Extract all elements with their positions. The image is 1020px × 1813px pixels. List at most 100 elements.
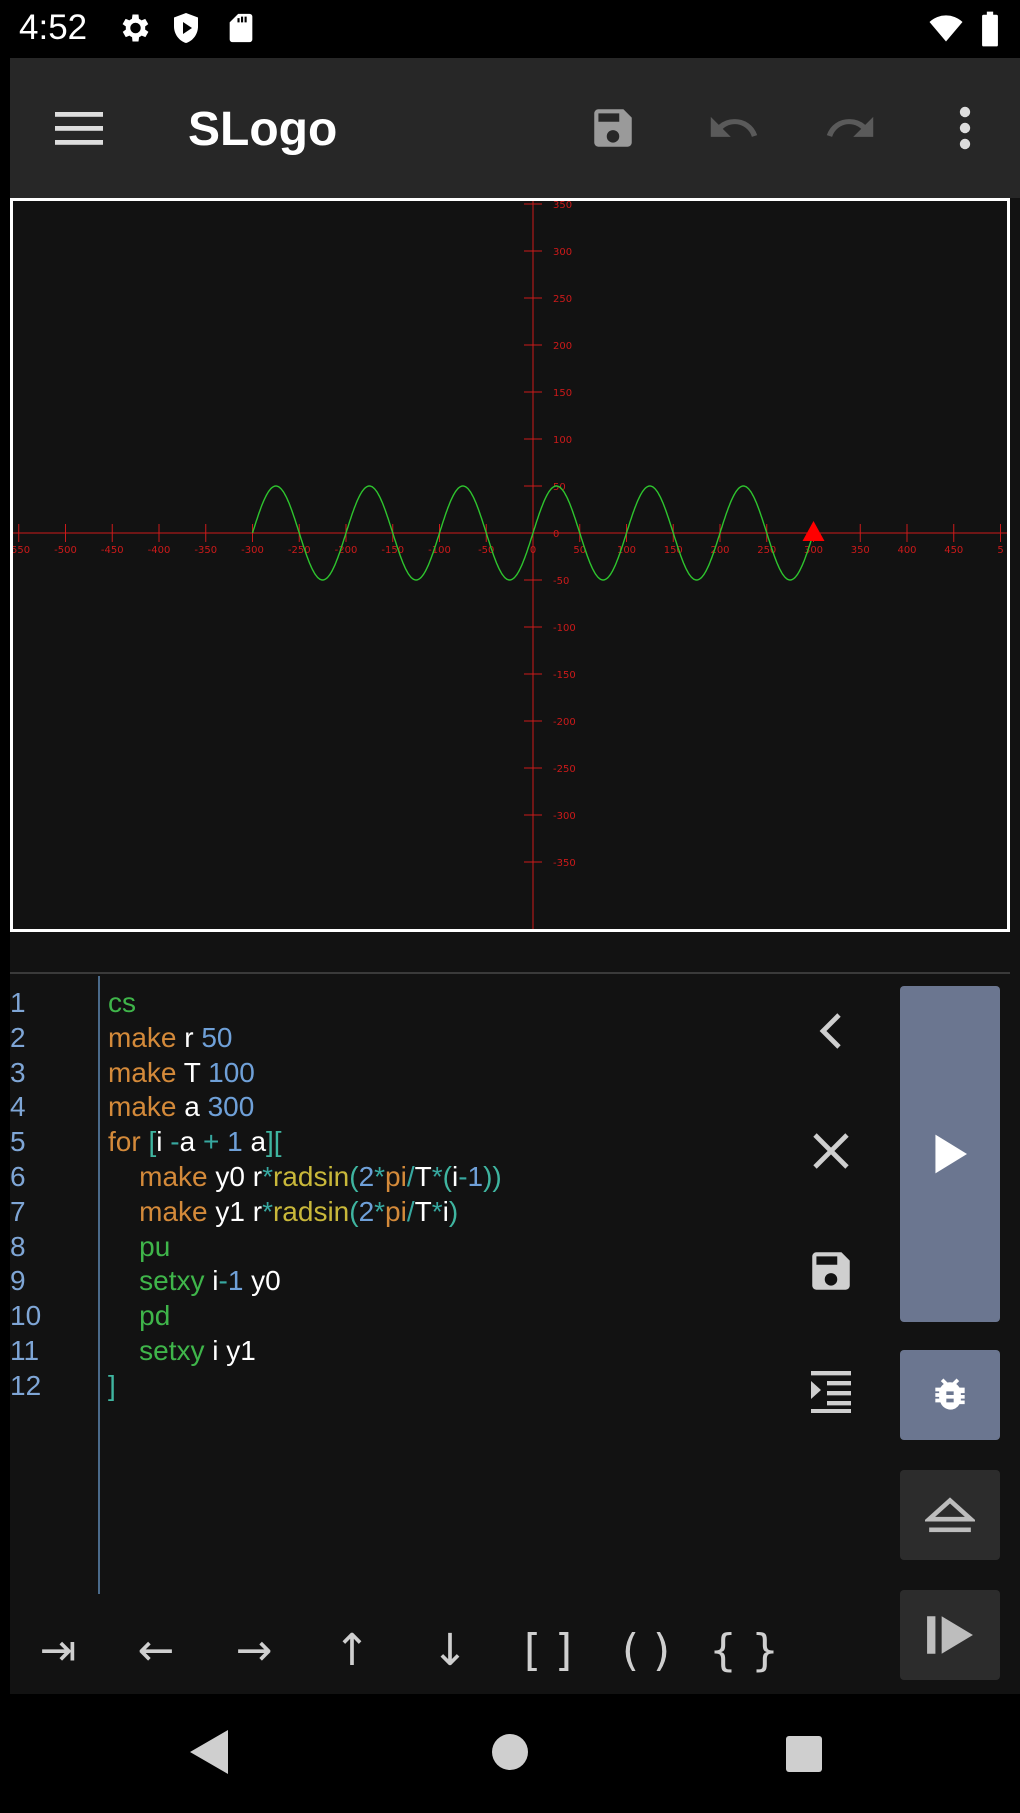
shield-play-icon (168, 10, 204, 51)
undo-icon[interactable] (698, 93, 768, 163)
code-token: r (176, 1021, 202, 1053)
y-tick-label: -200 (553, 717, 576, 728)
code-token: setxy (139, 1265, 205, 1297)
gutter-line (98, 976, 100, 1594)
code-editor[interactable]: 1 2 3 4 5 6 7 8 9 10 11 12 cs make r 50 make T 100 mak… (10, 976, 790, 1594)
tab-key[interactable]: ⇥ (18, 1620, 98, 1680)
clear-icon[interactable] (796, 1116, 866, 1186)
gear-icon (116, 10, 152, 51)
code-token: / (406, 1161, 415, 1192)
x-tick-label: -250 (288, 545, 311, 556)
x-tick-label: -550 (13, 545, 30, 556)
line-number: 11 (10, 1335, 40, 1366)
step-button[interactable] (900, 1590, 1000, 1680)
x-tick-label: 0 (530, 545, 536, 556)
code-token: T (414, 1161, 432, 1192)
code-token: for (108, 1126, 149, 1158)
right-arrow-key[interactable]: → (214, 1620, 294, 1680)
line-number: 9 (10, 1265, 26, 1297)
collapse-icon[interactable] (796, 996, 866, 1066)
left-arrow-key[interactable]: ← (116, 1620, 196, 1680)
x-tick-label: 5 (997, 545, 1003, 556)
up-arrow-key[interactable]: ↑ (312, 1620, 392, 1680)
play-icon (935, 1134, 967, 1174)
x-tick-label: 350 (851, 545, 870, 556)
code-token: ) (448, 1195, 459, 1227)
code-token: 1 (227, 1265, 244, 1297)
run-button[interactable] (900, 986, 1000, 1322)
curly-braces-key[interactable]: { } (704, 1620, 784, 1680)
down-arrow-key[interactable]: ↓ (410, 1620, 490, 1680)
app-title: SLogo (188, 103, 338, 156)
eject-icon (925, 1497, 975, 1533)
code-token: 100 (208, 1056, 255, 1088)
code-line: setxy i y1 (108, 1334, 256, 1368)
indent-icon[interactable] (796, 1356, 866, 1426)
line-number: 8 (10, 1230, 26, 1262)
x-tick-label: -450 (101, 545, 124, 556)
code-token: y1 r (207, 1195, 263, 1227)
square-brackets-key[interactable]: [ ] (508, 1620, 588, 1680)
y-tick-label: -100 (553, 623, 576, 634)
code-token: 1 (227, 1126, 251, 1158)
code-token: a (179, 1126, 203, 1158)
code-token: ( (349, 1195, 359, 1227)
code-token: 300 (207, 1091, 255, 1123)
x-tick-label: 400 (897, 545, 916, 556)
save-icon[interactable] (578, 93, 648, 163)
debug-button[interactable] (900, 1350, 1000, 1440)
menu-icon[interactable] (44, 93, 114, 163)
x-tick-label: -300 (241, 545, 264, 556)
y-tick-label: 0 (553, 529, 559, 540)
code-token: ( (349, 1161, 359, 1192)
code-token: ][ (266, 1126, 282, 1158)
recents-icon[interactable] (784, 1734, 824, 1779)
line-number: 3 (10, 1056, 26, 1088)
code-token: make (139, 1161, 208, 1192)
app-toolbar: SLogo (10, 58, 1020, 198)
y-tick-label: -250 (553, 764, 576, 775)
back-icon[interactable] (190, 1730, 230, 1779)
code-token: make (108, 1091, 177, 1123)
code-token: 2 (358, 1195, 375, 1227)
y-tick-label: -150 (553, 670, 576, 681)
line-number: 1 (10, 987, 26, 1018)
line-number: 12 (10, 1369, 42, 1401)
more-vert-icon[interactable] (930, 93, 1000, 163)
line-number: 7 (10, 1195, 26, 1227)
turtle-canvas[interactable]: -550-500-450-400-350-300-250-200-150-100… (10, 198, 1010, 932)
code-token: i (204, 1265, 219, 1297)
y-tick-label: 300 (553, 247, 572, 258)
wifi-icon (926, 10, 966, 51)
code-line: make T 100 (108, 1056, 255, 1090)
parentheses-key[interactable]: ( ) (606, 1620, 686, 1680)
code-token: T (176, 1056, 209, 1088)
code-line: make a 300 (108, 1090, 254, 1124)
code-token: ( (442, 1161, 452, 1192)
x-tick-label: -200 (335, 545, 358, 556)
line-number: 10 (10, 1300, 42, 1332)
code-token: * (262, 1161, 273, 1192)
status-bar: 4:52 (0, 0, 1020, 58)
home-icon[interactable] (490, 1732, 530, 1777)
code-token: y0 (243, 1265, 281, 1297)
code-token: * (374, 1161, 386, 1192)
code-token: 2 (358, 1161, 375, 1192)
code-token: radsin (272, 1161, 350, 1192)
eject-button[interactable] (900, 1470, 1000, 1560)
redo-icon[interactable] (816, 93, 886, 163)
line-number: 2 (10, 1021, 26, 1053)
canvas-graph: -550-500-450-400-350-300-250-200-150-100… (13, 201, 1007, 929)
code-token: T (414, 1195, 432, 1227)
y-tick-label: 150 (553, 388, 572, 399)
code-token: i (156, 1126, 171, 1158)
code-line: make y0 r*radsin(2*pi/T*(i-1)) (108, 1160, 502, 1194)
code-token: make (139, 1195, 208, 1227)
save-code-icon[interactable] (796, 1236, 866, 1306)
code-token: y0 r (207, 1161, 263, 1192)
